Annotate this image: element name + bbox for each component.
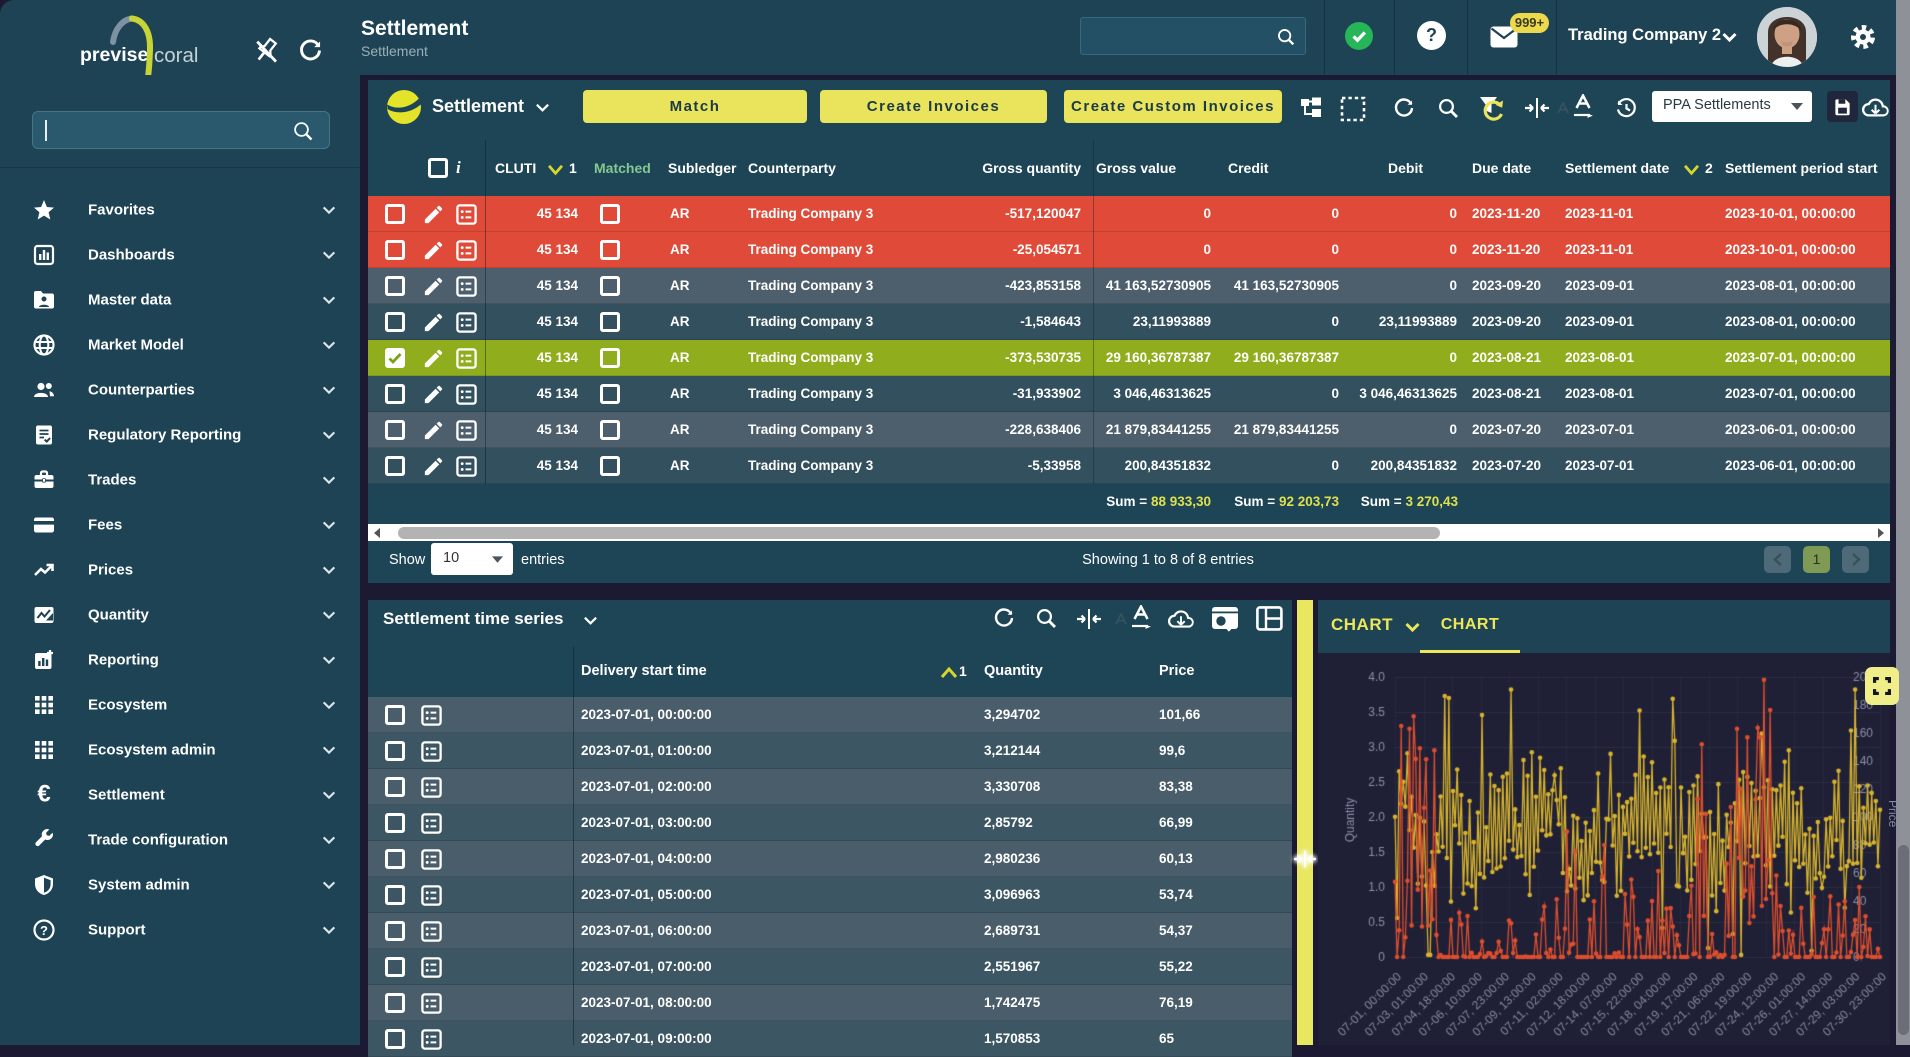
svg-text:€: € [37, 783, 50, 807]
svg-text:?: ? [40, 922, 48, 937]
